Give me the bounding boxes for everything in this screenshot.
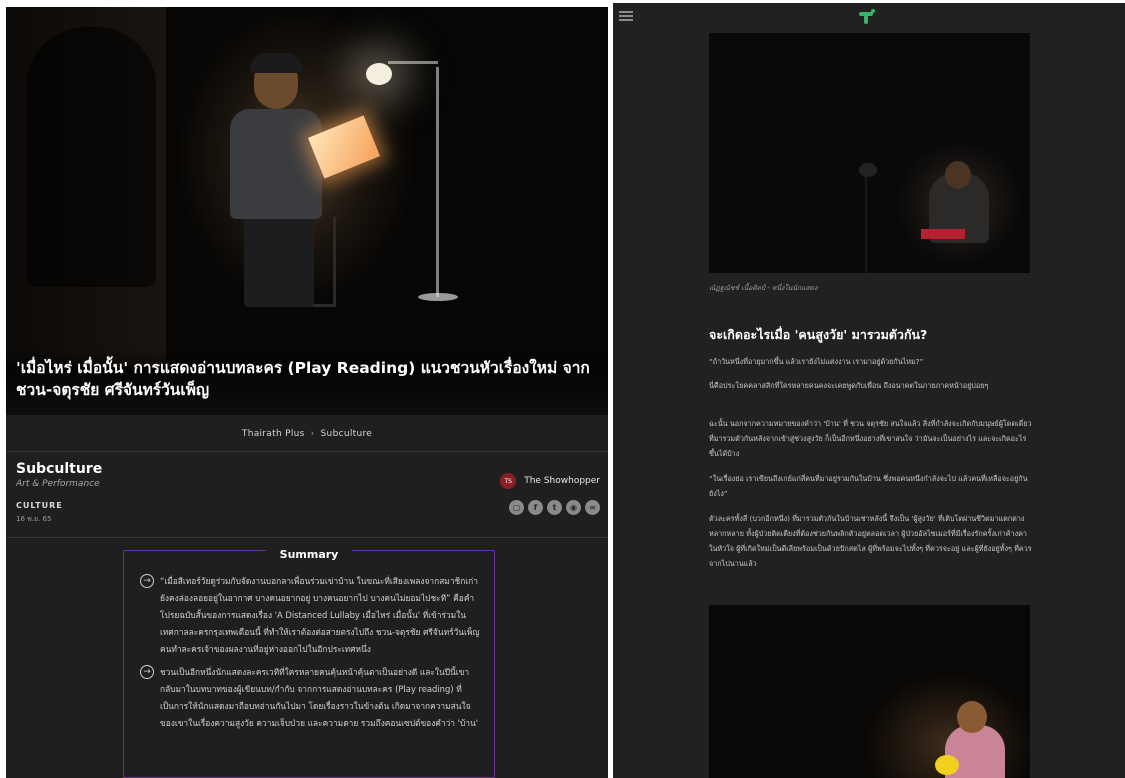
lamp-head (366, 63, 392, 85)
publish-date: 16 พ.ย. 65 (16, 515, 52, 523)
person-legs (244, 217, 314, 307)
article-paragraph: “ในเรื่องย่อ เราเขียนถึงเกย์แก่สี่คนที่ม… (709, 474, 1028, 498)
summary-item-text: ชวนเป็นอีกหนึ่งนักแสดงละครเวทีที่ใครหลาย… (160, 667, 479, 728)
summary-item: → “เมื่อสีเทอร์วัยดูร่วมกับจัดงานบอกลาเพ… (140, 573, 484, 658)
section-subtitle: Art & Performance (16, 479, 100, 489)
photo-person-head (957, 701, 987, 733)
category-label[interactable]: CULTURE (16, 501, 63, 510)
hero-shadow (26, 27, 156, 287)
bookmark-icon[interactable]: ▢ (509, 500, 524, 515)
divider (6, 537, 608, 538)
headline: 'เมื่อไหร่ เมื่อนั้น' การแสดงอ่านบทละคร … (6, 347, 608, 415)
lamp-arm (388, 61, 438, 64)
article-paragraph: ตัวละครทั้งสี่ (บวกอีกหนึ่ง) ที่มารวมตัว… (709, 514, 1032, 568)
divider (6, 451, 608, 452)
site-logo[interactable] (859, 9, 875, 25)
photo-book (921, 229, 965, 239)
section-title[interactable]: Subculture (16, 461, 102, 477)
logo-dot (871, 9, 875, 13)
twitter-icon[interactable]: t (547, 500, 562, 515)
breadcrumb: Thairath Plus › Subculture (6, 429, 608, 439)
author-avatar-text: TS (504, 477, 512, 485)
article-photo (709, 33, 1030, 273)
arrow-right-icon: → (140, 574, 154, 588)
lamp-base (418, 293, 458, 301)
article-panel-left: 'เมื่อไหร่ เมื่อนั้น' การแสดงอ่านบทละคร … (6, 7, 608, 778)
hero-person (224, 53, 334, 307)
article-panel-right: ณัฏฐณัชช์ เนื้อศิลป์ - หนึ่งในนักแสดง จะ… (613, 3, 1125, 778)
author-avatar: TS (500, 473, 517, 489)
link-icon[interactable]: ∞ (585, 500, 600, 515)
summary-list: → “เมื่อสีเทอร์วัยดูร่วมกับจัดงานบอกลาเพ… (140, 573, 484, 738)
article-paragraph: นี่คือประโยคคลาสสิกที่ใครหลายคนคงจะเคยพู… (709, 381, 989, 390)
lamp-pole (865, 177, 867, 273)
lamp-head (859, 163, 877, 177)
person-cap (250, 53, 302, 73)
photo-person-head (945, 161, 971, 189)
article-heading: จะเกิดอะไรเมื่อ 'คนสูงวัย' มารวมตัวกัน? (709, 327, 928, 342)
summary-box: Summary → “เมื่อสีเทอร์วัยดูร่วมกับจัดงา… (123, 548, 495, 778)
person-torso (230, 109, 322, 219)
author-name: The Showhopper (524, 476, 600, 486)
hero-image: 'เมื่อไหร่ เมื่อนั้น' การแสดงอ่านบทละคร … (6, 7, 608, 415)
line-icon[interactable]: ◉ (566, 500, 581, 515)
photo-caption: ณัฏฐณัชช์ เนื้อศิลป์ - หนึ่งในนักแสดง (709, 284, 818, 292)
summary-heading-wrap: Summary (124, 543, 494, 562)
rubber-duck (935, 755, 959, 775)
article-paragraph: “ถ้าวันหนึ่งที่อายุมากขึ้น แล้วเรายังไม่… (709, 357, 924, 366)
hamburger-menu-icon[interactable] (619, 11, 633, 21)
breadcrumb-separator: › (310, 429, 315, 439)
summary-item: → ชวนเป็นอีกหนึ่งนักแสดงละครเวทีที่ใครหล… (140, 664, 484, 732)
logo-stem (864, 12, 868, 24)
article-photo (709, 605, 1030, 778)
article-paragraph: ฉะนั้น นอกจากความหมายของคำว่า 'บ้าน' ที่… (709, 419, 1032, 458)
summary-heading: Summary (265, 548, 353, 561)
author-link[interactable]: TS The Showhopper (500, 473, 600, 489)
breadcrumb-home[interactable]: Thairath Plus (242, 429, 305, 439)
breadcrumb-current[interactable]: Subculture (321, 429, 373, 439)
facebook-icon[interactable]: f (528, 500, 543, 515)
summary-item-text: “เมื่อสีเทอร์วัยดูร่วมกับจัดงานบอกลาเพื่… (160, 576, 480, 654)
share-bar: ▢ f t ◉ ∞ (509, 500, 600, 515)
lamp-pole (436, 67, 439, 297)
arrow-right-icon: → (140, 665, 154, 679)
